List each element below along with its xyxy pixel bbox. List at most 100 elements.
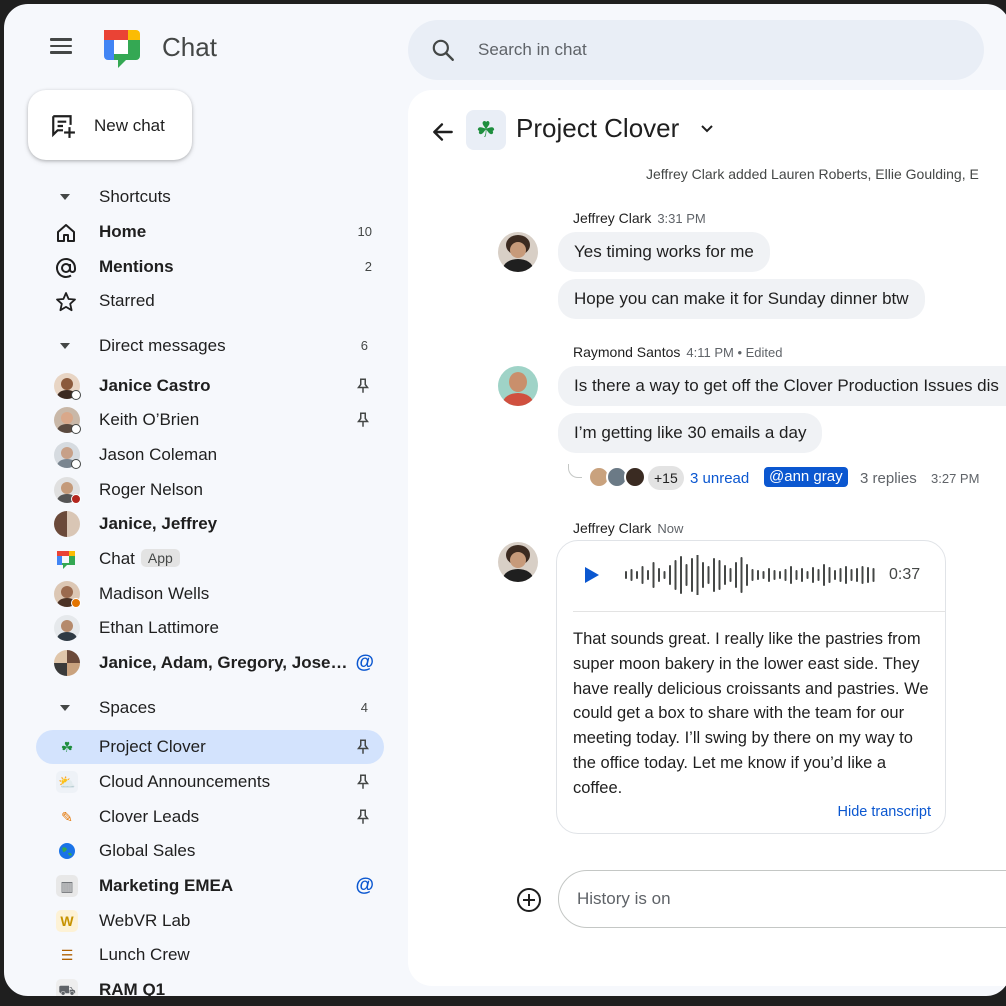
voice-message-card: 0:37 That sounds great. I really like th… [556,540,946,834]
add-circle-icon[interactable] [516,887,542,913]
search-input[interactable]: Search in chat [408,20,984,80]
mention-chip[interactable]: @ann gray [764,467,848,487]
space-item-project-clover[interactable]: ☘ Project Clover [36,730,384,764]
top-bar: Chat Search in chat [4,4,1006,94]
divider [573,611,945,612]
message-header: Jeffrey Clark 3:31 PM [573,210,706,226]
space-item-global-sales[interactable]: Global Sales [36,834,384,868]
pin-icon [357,809,369,824]
dm-item-madison-wells[interactable]: Madison Wells [36,577,384,611]
play-icon[interactable] [585,567,599,583]
replies-link[interactable]: 3 replies [860,470,917,487]
dm-item-roger-nelson[interactable]: Roger Nelson [36,473,384,507]
section-label: Direct messages [99,336,226,355]
app-tag: App [140,549,180,567]
chevron-down-icon[interactable] [700,122,714,136]
avatar[interactable] [498,366,538,406]
section-label: Spaces [99,698,156,717]
sender-name: Raymond Santos [573,344,681,360]
dm-item-janice-castro[interactable]: Janice Castro [36,369,384,403]
mention-icon: @ [355,875,374,896]
away-indicator [71,598,81,608]
app-title: Chat [162,32,217,62]
sidebar-item-label: Mentions [99,257,174,276]
do-not-disturb-indicator [71,494,81,504]
audio-waveform[interactable] [623,555,879,595]
hide-transcript-link[interactable]: Hide transcript [838,804,931,820]
sidebar-item-mentions[interactable]: Mentions 2 [36,250,384,284]
sidebar-item-label: Cloud Announcements [99,772,271,791]
space-item-marketing-emea[interactable]: ▥ Marketing EMEA @ [36,869,384,903]
main-menu-icon[interactable] [46,34,76,64]
at-icon [56,258,76,278]
unread-link[interactable]: 3 unread [690,470,749,487]
sidebar-item-label: Janice, Adam, Gregory, Jose… [99,653,348,672]
voice-transcript: That sounds great. I really like the pas… [573,630,929,797]
new-chat-button[interactable]: New chat [28,90,192,160]
sidebar-item-label: Ethan Lattimore [99,618,220,637]
conversation-panel: ☘ Project Clover Jeffrey Clark added Lau… [408,90,1006,986]
group-avatar [54,511,80,537]
chevron-down-icon [60,705,70,711]
space-item-webvr-lab[interactable]: W WebVR Lab [36,904,384,938]
search-placeholder: Search in chat [478,40,587,59]
sidebar-item-starred[interactable]: Starred [36,284,384,318]
chat-logo-icon [104,30,140,68]
space-item-clover-leads[interactable]: ✎ Clover Leads [36,800,384,834]
search-icon [432,39,454,61]
dm-item-group-janice-adam[interactable]: Janice, Adam, Gregory, Jose… @ [36,646,384,680]
burger-icon: ☰ [60,947,74,963]
sender-name: Jeffrey Clark [573,210,652,226]
pencil-icon: ✎ [61,809,73,825]
sender-name: Jeffrey Clark [573,520,652,536]
unread-count: 2 [364,259,372,274]
sidebar-item-home[interactable]: Home 10 [36,215,384,249]
status-indicator [71,459,81,469]
dm-item-jason-coleman[interactable]: Jason Coleman [36,438,384,472]
pin-icon [357,378,369,393]
spaces-section-header[interactable]: Spaces 4 [36,691,386,725]
chevron-down-icon [60,343,70,349]
cart-icon: ⛟ [56,979,78,996]
back-arrow-icon[interactable] [430,119,456,145]
dm-item-keith-obrien[interactable]: Keith O’Brien [36,403,384,437]
dm-name: Chat [99,549,135,568]
system-message: Jeffrey Clark added Lauren Roberts, Elli… [646,166,979,182]
globe-icon [59,843,75,859]
message-bubble: Is there a way to get off the Clover Pro… [558,366,1006,406]
reply-time: 3:27 PM [931,471,980,486]
sidebar-item-label: Keith O’Brien [99,410,200,429]
space-item-lunch-crew[interactable]: ☰ Lunch Crew [36,938,384,972]
sidebar-item-label: Chat App [99,549,180,569]
avatar[interactable] [498,542,538,582]
sidebar-item-label: Home [99,222,147,241]
unread-count: 10 [357,224,372,239]
sidebar-item-label: Jason Coleman [99,445,218,464]
participant-count: +15 [648,466,684,490]
dm-item-janice-jeffrey[interactable]: Janice, Jeffrey [36,507,384,541]
message-time: 4:11 PM • Edited [686,345,783,360]
message-bubble: Hope you can make it for Sunday dinner b… [558,279,925,319]
direct-messages-section-header[interactable]: Direct messages 6 [36,329,386,363]
thread-summary[interactable]: +15 3 unread @ann gray 3 replies 3:27 PM [568,464,1006,494]
space-item-ram-q1[interactable]: ⛟ RAM Q1 [36,973,384,996]
new-chat-icon [52,115,75,138]
conversation-title[interactable]: Project Clover [516,113,679,144]
avatar[interactable] [498,232,538,272]
thread-connector [568,464,582,478]
dm-item-ethan-lattimore[interactable]: Ethan Lattimore [36,611,384,645]
message-composer[interactable]: History is on [558,870,1006,928]
dm-item-chat-app[interactable]: Chat App [36,542,384,576]
message-bubble: I’m getting like 30 emails a day [558,413,823,453]
cloud-sun-icon: ⛅ [56,771,78,793]
space-item-cloud-announcements[interactable]: ⛅ Cloud Announcements [36,765,384,799]
sidebar-item-label: WebVR Lab [99,911,191,930]
sidebar-item-label: Project Clover [99,737,206,756]
audio-duration: 0:37 [889,566,921,583]
section-count: 6 [360,338,368,353]
sidebar-item-label: Janice Castro [99,376,211,395]
app-window: Chat Search in chat New chat Shortcuts H… [0,0,1006,1000]
shortcuts-section-header[interactable]: Shortcuts [36,180,386,214]
sidebar-item-label: Global Sales [99,841,196,860]
building-icon: ▥ [56,875,78,897]
